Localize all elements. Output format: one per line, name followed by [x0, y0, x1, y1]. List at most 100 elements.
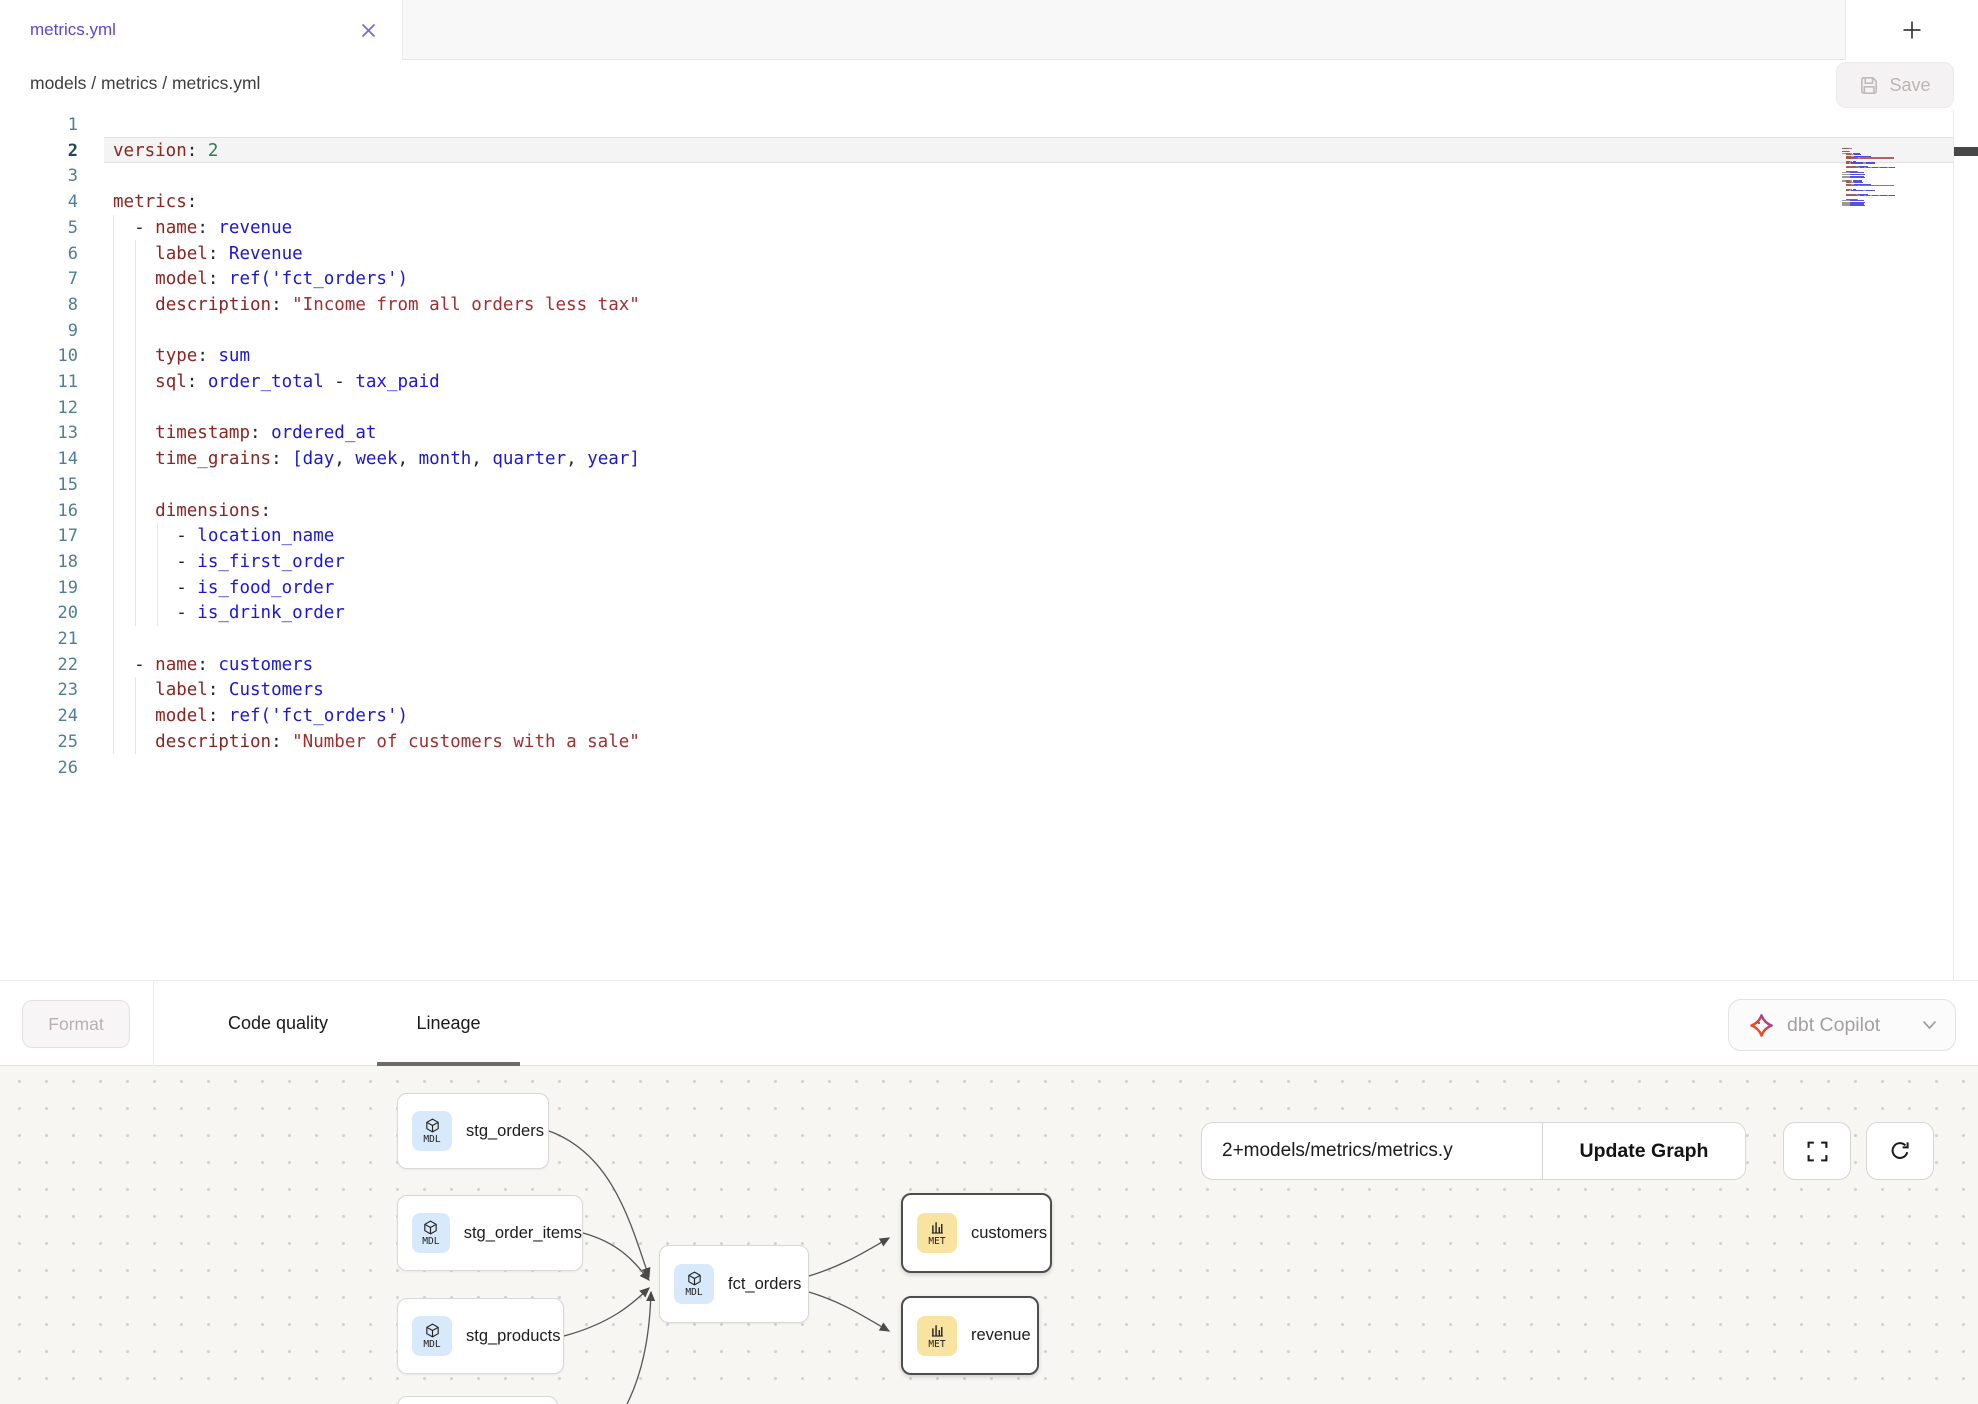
code-line[interactable]: - is_first_order — [113, 549, 345, 575]
line-number: 4 — [0, 189, 78, 215]
save-button[interactable]: Save — [1836, 62, 1954, 108]
line-number: 23 — [0, 677, 78, 703]
edge-stg_order_items-fct_orders — [583, 1233, 649, 1280]
met-badge: MET — [917, 1213, 957, 1253]
save-label: Save — [1889, 75, 1930, 96]
tab-lineage[interactable]: Lineage — [377, 981, 520, 1066]
mdl-badge: MDL — [412, 1316, 452, 1356]
lineage-node-revenue[interactable]: MET revenue — [901, 1296, 1039, 1375]
code-line[interactable]: label: Revenue — [113, 241, 303, 267]
update-graph-button[interactable]: Update Graph — [1542, 1123, 1745, 1179]
tab-code-quality[interactable]: Code quality — [178, 981, 378, 1066]
minimap-line — [1842, 205, 1898, 207]
line-number: 6 — [0, 241, 78, 267]
format-button[interactable]: Format — [22, 1000, 130, 1048]
line-number: 2 — [0, 138, 78, 164]
line-number: 16 — [0, 498, 78, 524]
edge-fct_orders-revenue — [809, 1292, 889, 1331]
line-number: 15 — [0, 472, 78, 498]
code-line[interactable]: model: ref('fct_orders') — [113, 703, 408, 729]
code-line[interactable]: - is_food_order — [113, 575, 334, 601]
node-label: fct_orders — [728, 1275, 801, 1294]
line-number: 11 — [0, 369, 78, 395]
close-tab-button[interactable] — [358, 20, 378, 40]
lineage-node-fct_orders[interactable]: MDLfct_orders — [659, 1245, 809, 1323]
dbt-copilot-button[interactable]: dbt Copilot — [1728, 999, 1956, 1051]
met-badge: MET — [917, 1316, 957, 1356]
line-number: 1 — [0, 112, 78, 138]
metric-chart-icon — [929, 1322, 946, 1339]
code-line[interactable]: model: ref('fct_orders') — [113, 266, 408, 292]
line-number: 8 — [0, 292, 78, 318]
line-number: 14 — [0, 446, 78, 472]
code-line[interactable]: - name: revenue — [113, 215, 292, 241]
line-number: 13 — [0, 420, 78, 446]
node-label: customers — [971, 1224, 1047, 1243]
edge-hidden-fct_orders — [627, 1292, 651, 1404]
code-line[interactable]: type: sum — [113, 343, 250, 369]
code-line[interactable]: - location_name — [113, 523, 334, 549]
model-cube-icon — [424, 1117, 441, 1134]
model-cube-icon — [424, 1322, 441, 1339]
save-icon — [1859, 75, 1880, 96]
minimap[interactable] — [1842, 146, 1898, 207]
model-cube-icon — [686, 1270, 703, 1287]
scrollbar-track[interactable] — [1953, 110, 1954, 980]
scrollbar-thumb[interactable] — [1954, 147, 1978, 156]
model-cube-icon — [422, 1219, 439, 1236]
bottom-toolbar: Format Code quality Lineage dbt Copilot — [0, 980, 1978, 1066]
current-line-highlight — [104, 137, 1953, 163]
code-editor[interactable]: 1234567891011121314151617181920212223242… — [0, 110, 1978, 980]
code-line[interactable]: timestamp: ordered_at — [113, 420, 376, 446]
line-number: 9 — [0, 318, 78, 344]
app: metrics.yml models / metrics / metrics.y… — [0, 0, 1978, 1404]
lineage-node-hidden_partial[interactable] — [397, 1396, 558, 1404]
node-label: revenue — [971, 1326, 1031, 1345]
lineage-node-stg_products[interactable]: MDL stg_products — [397, 1298, 564, 1374]
lineage-node-stg_order_items[interactable]: MDLstg_order_items — [397, 1195, 583, 1271]
node-label: stg_products — [466, 1327, 560, 1346]
code-line[interactable]: metrics: — [113, 189, 197, 215]
line-number: 22 — [0, 652, 78, 678]
refresh-button[interactable] — [1866, 1122, 1934, 1180]
breadcrumb: models / metrics / metrics.yml — [30, 73, 260, 94]
code-line[interactable]: version: 2 — [113, 138, 218, 164]
new-tab-button[interactable] — [1898, 16, 1926, 44]
lineage-canvas[interactable]: MDLstg_ordersMDLstg_order_itemsMDLstg_pr… — [0, 1066, 1978, 1404]
line-number: 3 — [0, 163, 78, 189]
code-line[interactable]: description: "Income from all orders les… — [113, 292, 640, 318]
code-line[interactable]: sql: order_total - tax_paid — [113, 369, 440, 395]
new-tab-zone — [1845, 0, 1978, 60]
code-line[interactable]: dimensions: — [113, 498, 271, 524]
graph-controls: Update Graph — [1201, 1122, 1746, 1180]
line-number: 26 — [0, 755, 78, 781]
code-line[interactable]: label: Customers — [113, 677, 324, 703]
graph-selector-input[interactable] — [1202, 1123, 1542, 1179]
code-line[interactable]: description: "Number of customers with a… — [113, 729, 640, 755]
edge-stg_products-fct_orders — [564, 1288, 649, 1336]
copilot-icon — [1748, 1012, 1775, 1039]
code-line[interactable]: - is_drink_order — [113, 600, 345, 626]
fullscreen-icon — [1806, 1140, 1829, 1163]
code-line[interactable]: time_grains: [day, week, month, quarter,… — [113, 446, 640, 472]
tab-title: metrics.yml — [30, 20, 358, 40]
tab-strip-empty — [402, 0, 1845, 60]
lineage-node-stg_orders[interactable]: MDLstg_orders — [397, 1093, 549, 1169]
node-label: stg_order_items — [464, 1224, 582, 1243]
fullscreen-button[interactable] — [1783, 1122, 1851, 1180]
mdl-badge: MDL — [412, 1111, 452, 1151]
toolbar-divider — [153, 981, 154, 1066]
lineage-node-customers[interactable]: MET customers — [901, 1193, 1052, 1273]
line-number: 20 — [0, 600, 78, 626]
copilot-label: dbt Copilot — [1787, 1014, 1910, 1037]
code-line[interactable]: - name: customers — [113, 652, 313, 678]
line-number: 5 — [0, 215, 78, 241]
close-icon — [360, 22, 377, 39]
refresh-icon — [1888, 1139, 1912, 1163]
line-number: 18 — [0, 549, 78, 575]
metric-chart-icon — [929, 1219, 946, 1236]
path-bar: models / metrics / metrics.yml Save — [0, 60, 1978, 110]
tab-metrics-yml[interactable]: metrics.yml — [0, 0, 402, 60]
line-number: 7 — [0, 266, 78, 292]
line-number: 21 — [0, 626, 78, 652]
